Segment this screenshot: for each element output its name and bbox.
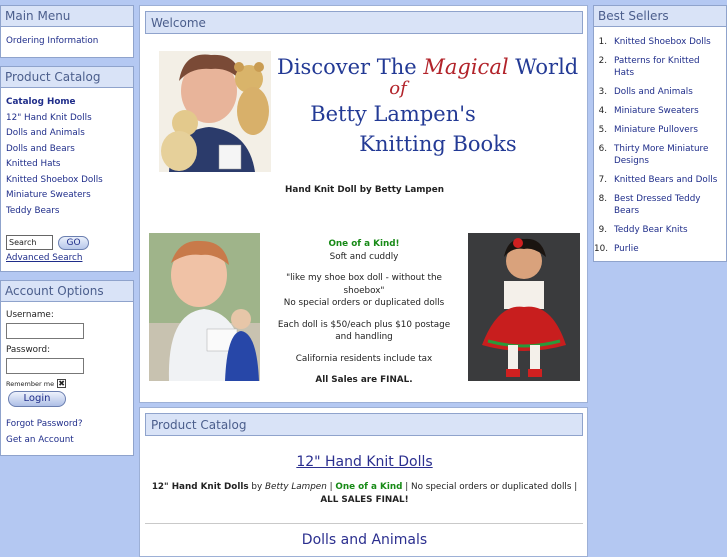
one-of-a-kind-label: One of a Kind xyxy=(335,482,403,492)
best-seller-link[interactable]: Teddy Bear Knits xyxy=(614,224,688,236)
banner-line-1b: Magical xyxy=(423,55,509,79)
catalog-item-home[interactable]: Catalog Home xyxy=(6,97,76,107)
catalog-item-knitted-hats[interactable]: Knitted Hats xyxy=(6,159,61,169)
account-options-title: Account Options xyxy=(1,281,133,302)
account-options-box: Account Options Username: Password: Reme… xyxy=(0,280,134,456)
catalog-section-box: Product Catalog 12" Hand Knit Dolls 12" … xyxy=(139,407,588,557)
password-field[interactable] xyxy=(6,358,84,374)
catalog-item-dolls-animals[interactable]: Dolls and Animals xyxy=(6,128,85,138)
tax-text: California residents include tax xyxy=(295,353,433,364)
remember-me-checkbox[interactable]: ✖ xyxy=(57,379,67,388)
no-special-orders-label: | No special orders or duplicated dolls … xyxy=(402,482,578,492)
one-of-a-kind-text: One of a Kind! xyxy=(328,239,400,249)
best-sellers-box: Best Sellers 1. Knitted Shoebox Dolls 2. P… xyxy=(593,5,727,262)
welcome-box: Welcome Discover The Magical World of Be… xyxy=(139,5,588,403)
section-heading-hand-knit-dolls[interactable]: 12" Hand Knit Dolls xyxy=(140,454,589,470)
username-field[interactable] xyxy=(6,323,84,339)
go-button[interactable]: GO xyxy=(58,236,89,250)
list-item: 7. Knitted Bears and Dolls xyxy=(598,174,718,186)
product-catalog-box: Product Catalog Catalog Home 12" Hand Kn… xyxy=(0,66,134,272)
best-seller-link[interactable]: Patterns for Knitted Hats xyxy=(614,55,722,79)
knitted-doll-photo xyxy=(468,233,580,381)
doll-caption: Hand Knit Doll by Betty Lampen xyxy=(285,185,444,195)
best-seller-link[interactable]: Knitted Bears and Dolls xyxy=(614,174,717,186)
list-item: 1. Knitted Shoebox Dolls xyxy=(598,36,711,48)
product-name: 12" Hand Knit Dolls xyxy=(151,482,249,492)
remember-me-label: Remember me xyxy=(6,379,55,388)
catalog-section-title: Product Catalog xyxy=(145,413,583,436)
banner-line-1a: Discover The xyxy=(277,55,424,79)
banner: Discover The Magical World of Betty Lamp… xyxy=(159,51,578,172)
catalog-item-dolls-bears[interactable]: Dolls and Bears xyxy=(6,144,75,154)
soft-cuddly-text: Soft and cuddly xyxy=(329,251,399,262)
list-item: 6. Thirty More Miniature Designs xyxy=(594,143,722,167)
get-account-link[interactable]: Get an Account xyxy=(6,433,128,449)
list-item: 2. Patterns for Knitted Hats xyxy=(594,55,722,79)
no-special-orders-text: No special orders or duplicated dolls xyxy=(283,298,445,308)
forgot-password-link[interactable]: Forgot Password? xyxy=(6,417,128,433)
by-text: by xyxy=(248,482,265,492)
hand-knit-dolls-description: 12" Hand Knit Dolls by Betty Lampen | On… xyxy=(148,481,581,507)
list-item: 10. Purlie xyxy=(594,243,639,255)
banner-line-1c: World xyxy=(508,55,579,79)
best-seller-link[interactable]: Miniature Sweaters xyxy=(614,105,699,117)
best-seller-link[interactable]: Thirty More Miniature Designs xyxy=(614,143,722,167)
divider xyxy=(145,523,583,524)
price-text: Each doll is $50/each plus $10 postage a… xyxy=(277,319,451,343)
login-button[interactable]: Login xyxy=(8,391,66,407)
best-seller-link[interactable]: Dolls and Animals xyxy=(614,86,693,98)
best-sellers-title: Best Sellers xyxy=(594,6,726,27)
best-seller-link[interactable]: Best Dressed Teddy Bears xyxy=(614,193,722,217)
password-label: Password: xyxy=(6,345,51,355)
main-menu-title: Main Menu xyxy=(1,6,133,27)
best-seller-link[interactable]: Knitted Shoebox Dolls xyxy=(614,36,711,48)
search-input[interactable] xyxy=(6,235,53,250)
best-seller-link[interactable]: Purlie xyxy=(614,243,639,255)
catalog-item-hand-knit-dolls[interactable]: 12" Hand Knit Dolls xyxy=(6,113,92,123)
list-item: 5. Miniature Pullovers xyxy=(598,124,698,136)
banner-line-2: of xyxy=(389,78,407,99)
catalog-item-miniature-sweaters[interactable]: Miniature Sweaters xyxy=(6,190,91,200)
author-name: Betty Lampen xyxy=(265,482,327,492)
list-item: 9. Teddy Bear Knits xyxy=(598,224,688,236)
banner-line-3: Betty Lampen's xyxy=(310,102,476,126)
girl-with-doll-photo xyxy=(149,233,260,381)
catalog-item-teddy-bears[interactable]: Teddy Bears xyxy=(6,206,60,216)
catalog-item-shoebox-dolls[interactable]: Knitted Shoebox Dolls xyxy=(6,175,103,185)
quote-text: "like my shoe box doll - without the sho… xyxy=(286,273,442,296)
best-sellers-list: 1. Knitted Shoebox Dolls 2. Patterns for K… xyxy=(594,36,722,255)
sales-final-text: All Sales are FINAL. xyxy=(315,375,413,385)
section-heading-dolls-animals[interactable]: Dolls and Animals xyxy=(140,532,589,548)
main-menu-box: Main Menu Ordering Information xyxy=(0,5,134,58)
list-item: 8. Best Dressed Teddy Bears xyxy=(594,193,722,217)
welcome-title: Welcome xyxy=(145,11,583,34)
list-item: 4. Miniature Sweaters xyxy=(598,105,699,117)
menu-item-ordering-information[interactable]: Ordering Information xyxy=(6,36,128,46)
username-label: Username: xyxy=(6,310,54,320)
all-sales-final-label: ALL SALES FINAL! xyxy=(320,495,409,505)
list-item: 3. Dolls and Animals xyxy=(598,86,693,98)
banner-line-4: Knitting Books xyxy=(359,132,517,156)
product-catalog-title: Product Catalog xyxy=(1,67,133,88)
best-seller-link[interactable]: Miniature Pullovers xyxy=(614,124,698,136)
advanced-search-link[interactable]: Advanced Search xyxy=(6,253,128,263)
